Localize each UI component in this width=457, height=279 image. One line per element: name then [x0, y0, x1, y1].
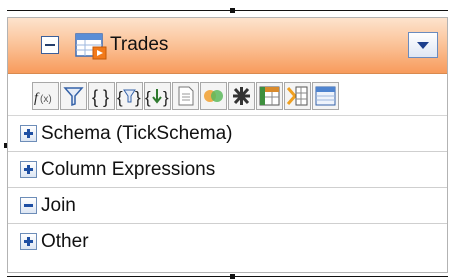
- sort-braces-icon[interactable]: {}: [144, 82, 171, 110]
- filter-braces-icon[interactable]: {}: [116, 82, 143, 110]
- arrow-grid-icon[interactable]: [284, 82, 311, 110]
- svg-text:(x): (x): [40, 94, 52, 105]
- resize-handle-bottom[interactable]: [230, 274, 235, 279]
- chevron-down-icon[interactable]: [408, 32, 438, 58]
- expand-plus-icon[interactable]: [20, 161, 37, 178]
- svg-text:}: }: [163, 88, 169, 107]
- expand-plus-icon[interactable]: [20, 125, 37, 142]
- resize-handle-top[interactable]: [230, 8, 235, 13]
- document-icon[interactable]: [172, 82, 199, 110]
- panel-title: Trades: [110, 34, 169, 55]
- toolbar: f (x) { } {} {}: [8, 74, 447, 116]
- section-join[interactable]: Join: [8, 188, 447, 224]
- panel-header: Trades: [8, 18, 447, 74]
- svg-text:{: {: [117, 88, 123, 107]
- section-label: Other: [41, 231, 89, 252]
- section-other[interactable]: Other: [8, 224, 447, 260]
- asterisk-icon[interactable]: [228, 82, 255, 110]
- svg-text:{ }: { }: [92, 87, 109, 107]
- selection-frame-top: [7, 10, 448, 11]
- expand-plus-icon[interactable]: [20, 233, 37, 250]
- braces-icon[interactable]: { }: [88, 82, 115, 110]
- section-label: Schema (TickSchema): [41, 123, 233, 144]
- collapse-box-icon[interactable]: [41, 36, 59, 54]
- section-label: Column Expressions: [41, 159, 216, 180]
- trades-panel: Trades f (x) { } {} {} Schema (TickSchem…: [7, 17, 448, 273]
- filter-icon[interactable]: [60, 82, 87, 110]
- section-label: Join: [41, 195, 76, 216]
- svg-text:}: }: [135, 88, 141, 107]
- selection-frame-bottom: [7, 276, 448, 277]
- function-icon[interactable]: f (x): [32, 82, 59, 110]
- table-icon: [75, 33, 107, 60]
- svg-text:{: {: [145, 88, 151, 107]
- join-icon[interactable]: [200, 82, 227, 110]
- window-icon[interactable]: [312, 82, 339, 110]
- collapse-minus-icon[interactable]: [20, 197, 37, 214]
- section-column-expressions[interactable]: Column Expressions: [8, 152, 447, 188]
- section-schema[interactable]: Schema (TickSchema): [8, 116, 447, 152]
- pivot-grid-icon[interactable]: [256, 82, 283, 110]
